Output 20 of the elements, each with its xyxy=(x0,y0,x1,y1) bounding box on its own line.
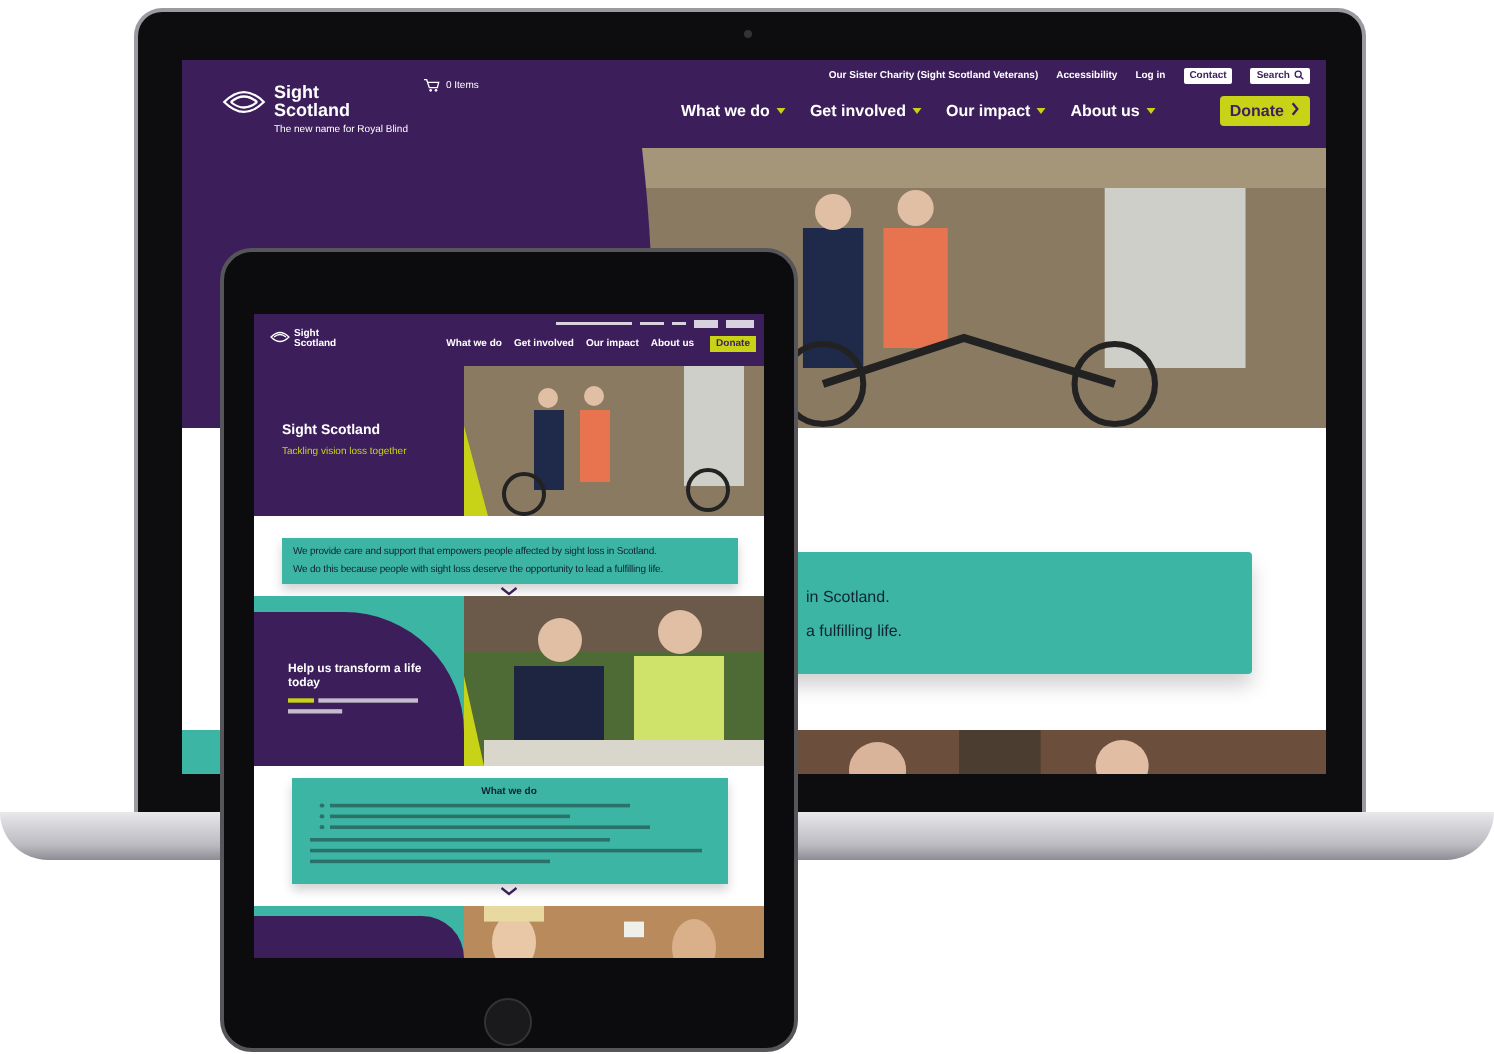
nav-link[interactable]: What we do xyxy=(681,102,770,120)
card-text: a fulfilling life. xyxy=(806,621,905,639)
caret-icon[interactable] xyxy=(1036,108,1047,114)
chevron-right-icon xyxy=(1290,102,1300,116)
text-lines-drawing xyxy=(288,697,418,715)
nav-link[interactable]: Our impact xyxy=(945,102,1031,120)
nav-link[interactable]: About us xyxy=(1070,102,1140,120)
caret-icon[interactable] xyxy=(911,108,922,114)
nav-link[interactable]: Get involved xyxy=(809,102,906,120)
card-text: in Scotland. xyxy=(806,587,892,605)
cart-icon[interactable] xyxy=(423,78,440,92)
logo-text[interactable]: Sight Scotland xyxy=(274,84,362,120)
eye-logo-icon xyxy=(222,88,266,116)
search-icon xyxy=(1294,70,1304,81)
eye-logo-icon xyxy=(270,330,290,344)
chevron-down-icon[interactable] xyxy=(500,586,518,596)
caret-icon[interactable] xyxy=(775,108,786,114)
caret-icon[interactable] xyxy=(1145,108,1156,114)
chevron-down-icon[interactable] xyxy=(500,886,518,896)
donate-button[interactable]: Donate xyxy=(1219,96,1310,126)
